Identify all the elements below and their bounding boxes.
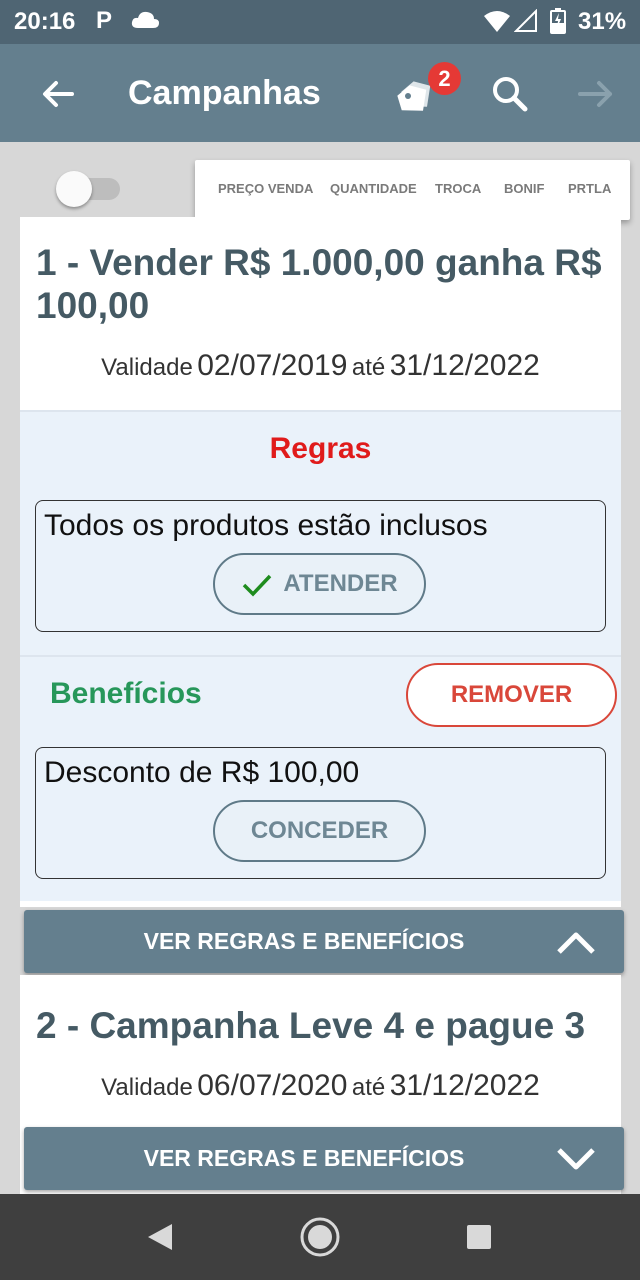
attend-button[interactable]: ATENDER	[213, 553, 426, 615]
tab-prtla[interactable]: PRTLA	[568, 181, 611, 196]
campaign-card-1: 1 - Vender R$ 1.000,00 ganha R$ 100,00 V…	[20, 217, 621, 907]
view-rules-benefits-button-2[interactable]: VER REGRAS E BENEFÍCIOS	[24, 1127, 624, 1190]
campaign-type-tabs: PREÇO VENDA QUANTIDADE TROCA BONIF PRTLA	[195, 160, 630, 220]
validity-label: Validade	[101, 354, 193, 381]
battery-icon	[550, 8, 566, 39]
wifi-icon	[483, 9, 511, 38]
benefits-title: Benefícios	[50, 677, 202, 710]
rule-box: Todos os produtos estão inclusos ATENDER	[35, 500, 606, 632]
rules-section: Regras Todos os produtos estão inclusos …	[20, 410, 621, 655]
grant-button[interactable]: CONCEDER	[213, 800, 426, 862]
benefit-text: Desconto de R$ 100,00	[44, 756, 360, 789]
rules-title: Regras	[269, 432, 372, 465]
campaign-title: 1 - Vender R$ 1.000,00 ganha R$ 100,00	[36, 242, 602, 326]
remove-button[interactable]: REMOVER	[406, 663, 617, 727]
tab-troca[interactable]: TROCA	[435, 181, 481, 196]
search-icon	[493, 77, 528, 112]
validity-separator: até	[351, 354, 386, 381]
validity-to: 31/12/2022	[389, 349, 540, 382]
attend-label: ATENDER	[283, 570, 398, 597]
benefit-box: Desconto de R$ 100,00 CONCEDER	[35, 747, 606, 879]
validity-separator: até	[351, 1074, 386, 1101]
toggle-knob	[56, 171, 92, 207]
status-time: 20:16	[14, 8, 76, 35]
chevron-down-icon	[557, 1148, 595, 1170]
tab-preco-venda[interactable]: PREÇO VENDA	[218, 181, 313, 196]
notification-badge: 2	[428, 62, 461, 95]
search-button[interactable]	[490, 72, 530, 116]
system-navigation-bar	[0, 1194, 640, 1280]
status-bar: 20:16 P 31%	[0, 0, 640, 44]
parking-app-icon: P	[96, 7, 113, 34]
validity-label: Validade	[101, 1074, 193, 1101]
page-title: Campanhas	[128, 74, 321, 112]
app-bar: Campanhas 2	[0, 44, 640, 142]
cloud-icon	[130, 8, 160, 35]
chevron-up-icon	[557, 932, 595, 954]
nav-recents-icon[interactable]	[466, 1224, 492, 1250]
expander-label: VER REGRAS E BENEFÍCIOS	[143, 1145, 465, 1171]
forward-button[interactable]	[576, 72, 616, 116]
campaign-validity: Validade 06/07/2020 até 31/12/2022	[20, 1069, 621, 1103]
nav-home-icon[interactable]	[299, 1216, 341, 1258]
back-button[interactable]	[36, 72, 80, 116]
tab-quantidade[interactable]: QUANTIDADE	[330, 181, 417, 196]
nav-back-icon[interactable]	[146, 1222, 174, 1252]
validity-from: 06/07/2020	[197, 1069, 348, 1102]
arrow-right-icon	[578, 81, 612, 107]
benefits-section: Benefícios REMOVER Desconto de R$ 100,00…	[20, 655, 621, 901]
rule-text: Todos os produtos estão inclusos	[44, 509, 488, 542]
campaign-title: 2 - Campanha Leve 4 e pague 3	[36, 1005, 586, 1046]
check-icon	[243, 574, 272, 597]
arrow-left-icon	[43, 81, 74, 107]
campaign-validity: Validade 02/07/2019 até 31/12/2022	[20, 349, 621, 383]
toggle-switch[interactable]	[56, 170, 122, 207]
signal-icon	[513, 8, 538, 38]
tab-bonif[interactable]: BONIF	[504, 181, 544, 196]
view-rules-benefits-button-1[interactable]: VER REGRAS E BENEFÍCIOS	[24, 910, 624, 973]
validity-from: 02/07/2019	[197, 349, 348, 382]
validity-to: 31/12/2022	[389, 1069, 540, 1102]
expander-label: VER REGRAS E BENEFÍCIOS	[143, 928, 465, 954]
battery-percent: 31%	[578, 8, 627, 35]
